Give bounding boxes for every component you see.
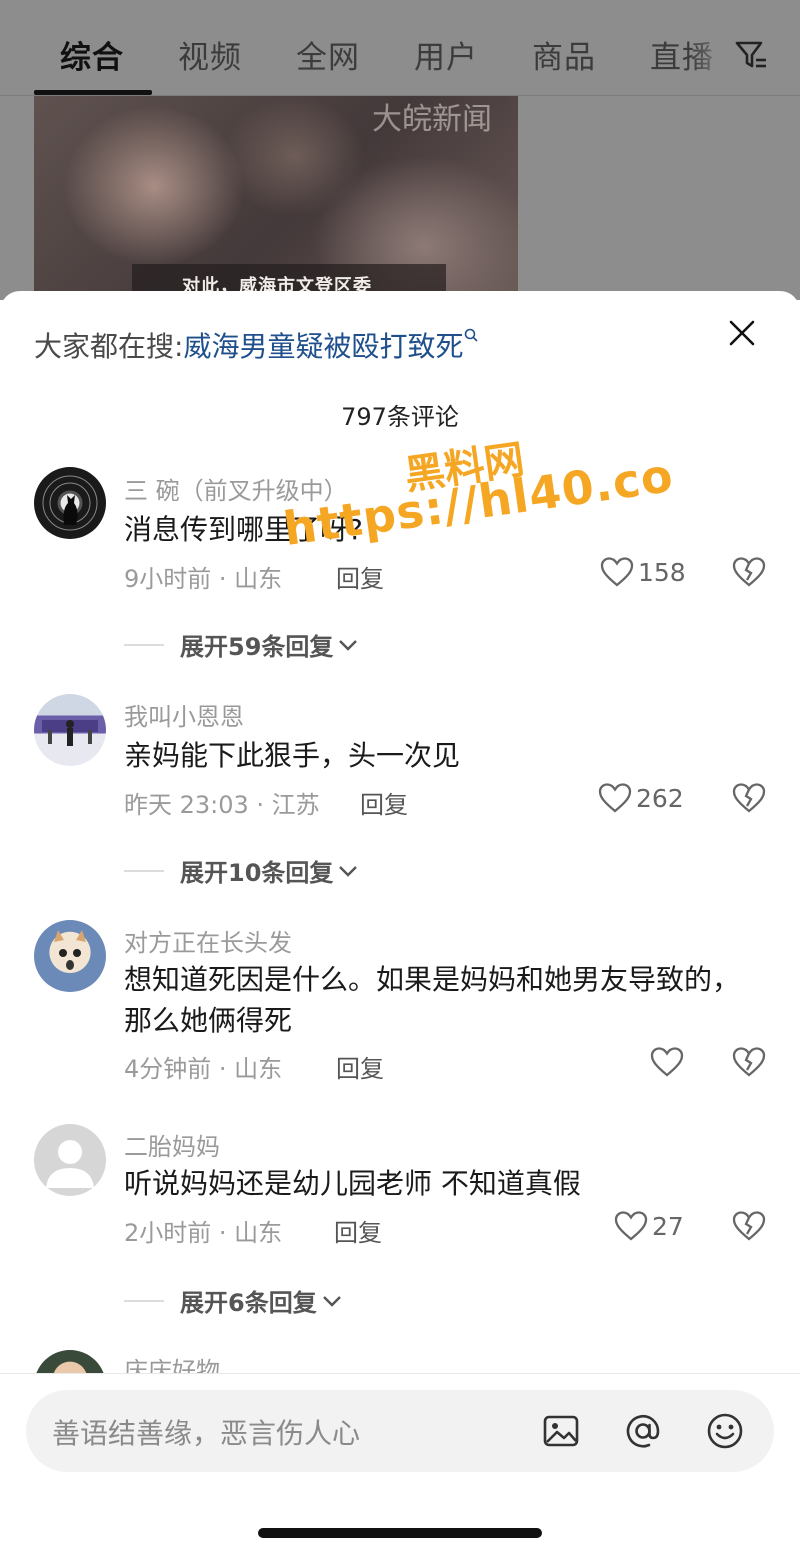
default-avatar-icon [46, 1140, 94, 1188]
comment-input[interactable]: 善语结善缘，恶言伤人心 [26, 1390, 774, 1472]
video-thumbnail[interactable]: 大皖新闻 对此，威海市文登区委 [34, 96, 518, 300]
reply-button[interactable]: 回复 [334, 1213, 382, 1248]
watermark-title: 黑料网 [401, 436, 528, 500]
trending-search: 大家都在搜:威海男童疑被殴打致死 [34, 325, 479, 365]
like-button[interactable]: 262 [598, 781, 684, 815]
tab-products[interactable]: 商品 [532, 32, 596, 77]
expand-replies-button[interactable]: 展开10条回复 [124, 853, 359, 888]
expand-replies-button[interactable]: 展开6条回复 [124, 1283, 343, 1318]
comment-input-placeholder: 善语结善缘，恶言伤人心 [52, 1417, 361, 1450]
comment-username[interactable]: 我叫小恩恩 [124, 697, 244, 732]
comment-text: 消息传到哪里了呀? [124, 513, 363, 546]
like-button[interactable]: 158 [600, 555, 686, 589]
tab-users[interactable]: 用户 [414, 32, 478, 77]
expand-replies-label: 展开59条回复 [180, 633, 334, 661]
heart-icon [650, 1047, 684, 1077]
comments-sheet: 大家都在搜:威海男童疑被殴打致死 797条评论 三 碗（前叉升级中） 消息传到哪… [0, 291, 800, 1557]
expand-replies-label: 展开10条回复 [180, 859, 334, 887]
emoji-icon[interactable] [704, 1410, 746, 1452]
reply-button[interactable]: 回复 [336, 1049, 384, 1084]
tab-web[interactable]: 全网 [296, 32, 360, 77]
comment-count: 797条评论 [341, 403, 459, 431]
heart-icon [600, 557, 634, 587]
comment-text: 亲妈能下此狠手，头一次见 [124, 739, 461, 772]
divider [124, 643, 164, 646]
home-indicator [258, 1528, 542, 1538]
comment-username[interactable]: 对方正在长头发 [124, 923, 292, 958]
broken-heart-icon[interactable] [732, 556, 766, 588]
comment-username[interactable]: 三 碗（前叉升级中） [124, 471, 348, 506]
comment-meta: 昨天 23:03 · 江苏 [124, 791, 320, 819]
mention-icon[interactable] [622, 1410, 664, 1452]
like-button[interactable]: 27 [614, 1209, 684, 1243]
close-icon[interactable] [726, 317, 758, 349]
avatar[interactable] [34, 694, 106, 766]
avatar[interactable] [34, 1124, 106, 1196]
figure-photo-icon [42, 720, 98, 746]
trending-label: 大家都在搜: [34, 330, 184, 363]
comment-meta: 4分钟前 · 山东 [124, 1055, 283, 1083]
chevron-down-icon [339, 639, 358, 651]
chevron-down-icon [339, 865, 358, 877]
background-page: 综合 视频 全网 用户 商品 直播 大皖新闻 对此，威海市文登区委 [0, 0, 800, 300]
reply-button[interactable]: 回复 [336, 559, 384, 594]
cat-silhouette-icon [42, 475, 98, 531]
tab-comprehensive[interactable]: 综合 [60, 32, 124, 77]
search-icon [465, 328, 479, 342]
search-tabs: 综合 视频 全网 用户 商品 直播 [0, 0, 800, 96]
cat-icon [54, 930, 86, 970]
comment-text: 听说妈妈还是幼儿园老师 不知道真假 [124, 1167, 581, 1200]
comment-text: 想知道死因是什么。如果是妈妈和她男友导致的，那么她俩得死 [124, 963, 741, 1037]
like-count: 262 [636, 783, 684, 813]
divider [124, 869, 164, 872]
broken-heart-icon[interactable] [732, 1046, 766, 1078]
heart-icon [614, 1211, 648, 1241]
broken-heart-icon[interactable] [732, 782, 766, 814]
avatar[interactable] [34, 467, 106, 539]
reply-button[interactable]: 回复 [360, 785, 408, 820]
tab-fade [690, 20, 730, 80]
broken-heart-icon[interactable] [732, 1210, 766, 1242]
comment-username[interactable]: 二胎妈妈 [124, 1127, 220, 1162]
comment-meta: 9小时前 · 山东 [124, 565, 283, 593]
like-button[interactable] [650, 1045, 688, 1079]
chevron-down-icon [322, 1295, 341, 1307]
filter-icon[interactable] [734, 38, 768, 72]
heart-icon [598, 783, 632, 813]
like-count: 158 [638, 557, 686, 587]
avatar[interactable] [34, 920, 106, 992]
tab-video[interactable]: 视频 [178, 32, 242, 77]
divider [124, 1299, 164, 1302]
expand-replies-button[interactable]: 展开59条回复 [124, 627, 359, 662]
trending-query-link[interactable]: 威海男童疑被殴打致死 [183, 330, 463, 363]
comment-meta: 2小时前 · 山东 [124, 1219, 283, 1247]
video-watermark: 大皖新闻 [372, 102, 492, 137]
like-count: 27 [652, 1211, 684, 1241]
image-icon[interactable] [540, 1410, 582, 1452]
expand-replies-label: 展开6条回复 [180, 1289, 317, 1317]
